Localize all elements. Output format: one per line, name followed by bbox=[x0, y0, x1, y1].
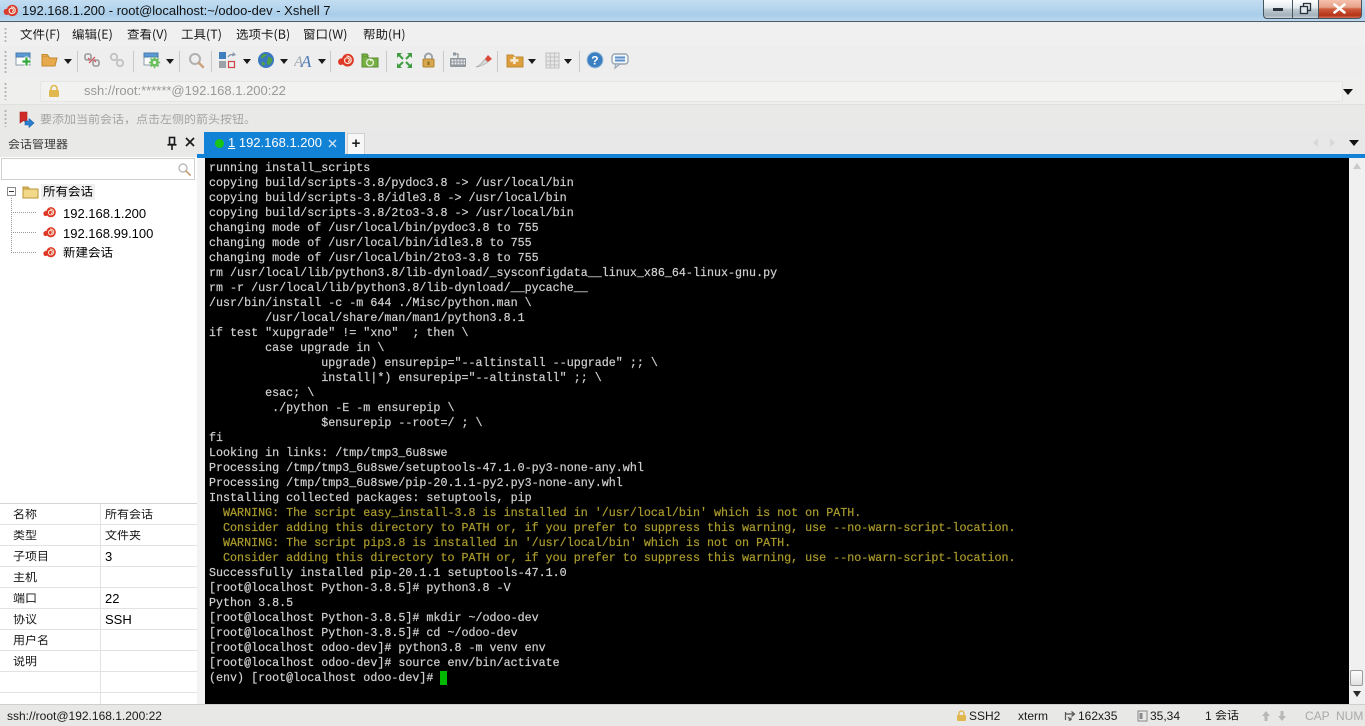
svg-text:?: ? bbox=[591, 54, 598, 68]
svg-text:A: A bbox=[300, 52, 312, 70]
